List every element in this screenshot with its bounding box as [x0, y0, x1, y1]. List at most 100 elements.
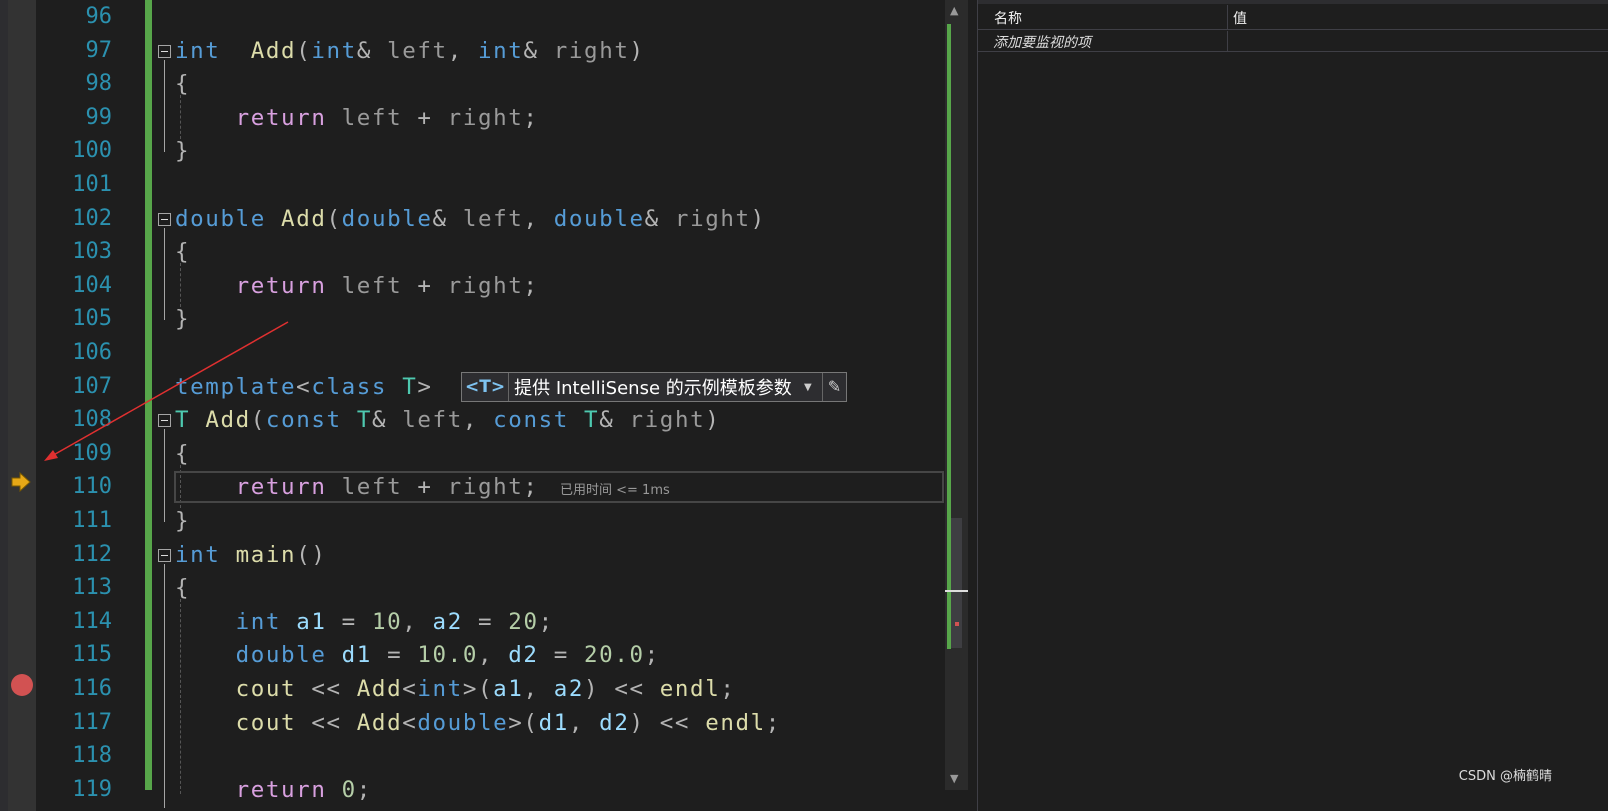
code-token: =	[538, 642, 585, 669]
code-token: right	[629, 407, 706, 434]
code-token: }	[175, 508, 191, 534]
code-line[interactable]: {	[175, 571, 190, 605]
template-tip-label[interactable]: 提供 IntelliSense 的示例模板参数	[509, 374, 804, 400]
annotation-arrow	[44, 321, 289, 461]
code-token: <<	[296, 676, 357, 702]
code-token: left	[326, 272, 418, 299]
code-token: a1	[493, 676, 524, 702]
code-line[interactable]: int a1 = 10, a2 = 20;	[175, 605, 554, 639]
current-statement-arrow-icon	[11, 471, 31, 493]
code-token: &	[599, 407, 630, 434]
code-token: left	[326, 104, 418, 131]
code-line[interactable]: return 0;	[175, 773, 372, 807]
code-token: (	[326, 205, 342, 232]
line-number: 113	[72, 575, 112, 601]
code-token: =	[371, 642, 418, 669]
code-token: endl	[659, 676, 721, 702]
code-token: &	[356, 37, 388, 64]
scrollbar-caret-marker	[945, 590, 968, 592]
code-token: >	[417, 373, 433, 400]
column-name[interactable]: 名称	[994, 8, 1022, 28]
code-token: &	[371, 407, 403, 434]
code-editor[interactable]: 96 97 int Add(int& left, int& right) 98{99 …	[0, 0, 968, 811]
scrollbar-breakpoint-marker	[955, 622, 959, 626]
add-watch-item[interactable]: 添加要监视的项	[993, 32, 1091, 52]
code-token: ;	[523, 104, 539, 131]
code-token: <	[402, 676, 418, 702]
code-token: {	[175, 575, 191, 602]
edit-pencil-icon[interactable]: ✎	[822, 373, 846, 401]
code-token: <<	[296, 709, 357, 736]
code-token: ) <<	[629, 709, 706, 736]
watermark: CSDN @楠鹤晴	[1458, 769, 1552, 784]
vertical-scrollbar[interactable]: ▲ ▼	[945, 0, 968, 790]
code-token: ;	[538, 608, 554, 635]
code-token: 20	[508, 608, 539, 635]
code-token: T	[402, 373, 418, 400]
code-line[interactable]: cout << Add<double>(d1, d2) << endl;	[175, 706, 781, 740]
code-token: return	[235, 776, 327, 803]
code-token: )	[629, 37, 645, 64]
code-token: a1	[296, 608, 327, 635]
code-token: cout	[235, 676, 297, 702]
code-token: =	[462, 608, 509, 635]
code-token: class	[311, 373, 388, 400]
code-token: +	[417, 272, 433, 299]
line-number: 116	[72, 676, 112, 701]
code-token: main	[235, 541, 297, 568]
code-token: cout	[235, 709, 297, 736]
code-line[interactable]: int main()	[175, 538, 327, 572]
code-token: double	[235, 642, 327, 669]
code-line[interactable]: cout << Add<int>(a1, a2) << endl;	[175, 672, 736, 706]
code-token: +	[417, 104, 433, 131]
code-token: int	[478, 37, 524, 64]
code-token: left	[402, 407, 463, 434]
column-value[interactable]: 值	[1233, 8, 1247, 28]
code-token: d2	[599, 709, 630, 736]
scrollbar-thumb[interactable]	[951, 518, 962, 648]
watch-row[interactable]: 添加要监视的项	[978, 31, 1608, 52]
code-token: double	[553, 205, 645, 232]
code-token: int	[175, 541, 221, 568]
code-line[interactable]: }	[175, 504, 190, 538]
code-token: ;	[356, 776, 372, 803]
template-args-bar[interactable]: <T> 提供 IntelliSense 的示例模板参数 ▼ ✎	[461, 372, 847, 402]
code-token: ;	[720, 676, 736, 702]
code-token: ,	[477, 642, 509, 669]
code-token: T	[356, 407, 372, 434]
line-number: 119	[72, 776, 112, 802]
elapsed-time-perftip: 已用时间 <= 1ms	[560, 483, 670, 498]
outline-guide	[164, 563, 165, 808]
code-token: >(	[462, 676, 494, 702]
code-token: ;	[644, 642, 660, 669]
code-token: right	[674, 205, 751, 232]
code-token: ,	[568, 709, 600, 736]
code-token: <	[402, 709, 418, 736]
scroll-down-icon[interactable]: ▼	[950, 772, 958, 785]
code-token: const	[493, 407, 569, 434]
indent-guide	[180, 599, 181, 794]
code-token: d2	[508, 642, 539, 669]
code-token: =	[326, 608, 372, 635]
code-line[interactable]: double d1 = 10.0, d2 = 20.0;	[175, 638, 660, 672]
code-token: ()	[296, 541, 327, 568]
scroll-up-icon[interactable]: ▲	[950, 4, 958, 17]
code-token: right	[553, 37, 630, 64]
dropdown-icon[interactable]: ▼	[804, 382, 822, 393]
code-token: ) <<	[584, 676, 660, 702]
code-token: left	[387, 37, 448, 64]
fold-collapse-icon[interactable]	[158, 548, 171, 562]
code-token: 0	[341, 776, 357, 803]
code-token: int	[417, 676, 463, 702]
breakpoint-icon[interactable]	[11, 674, 33, 696]
line-number: 114	[72, 608, 112, 634]
code-token: ,	[447, 37, 478, 64]
code-token: Add	[356, 709, 403, 736]
